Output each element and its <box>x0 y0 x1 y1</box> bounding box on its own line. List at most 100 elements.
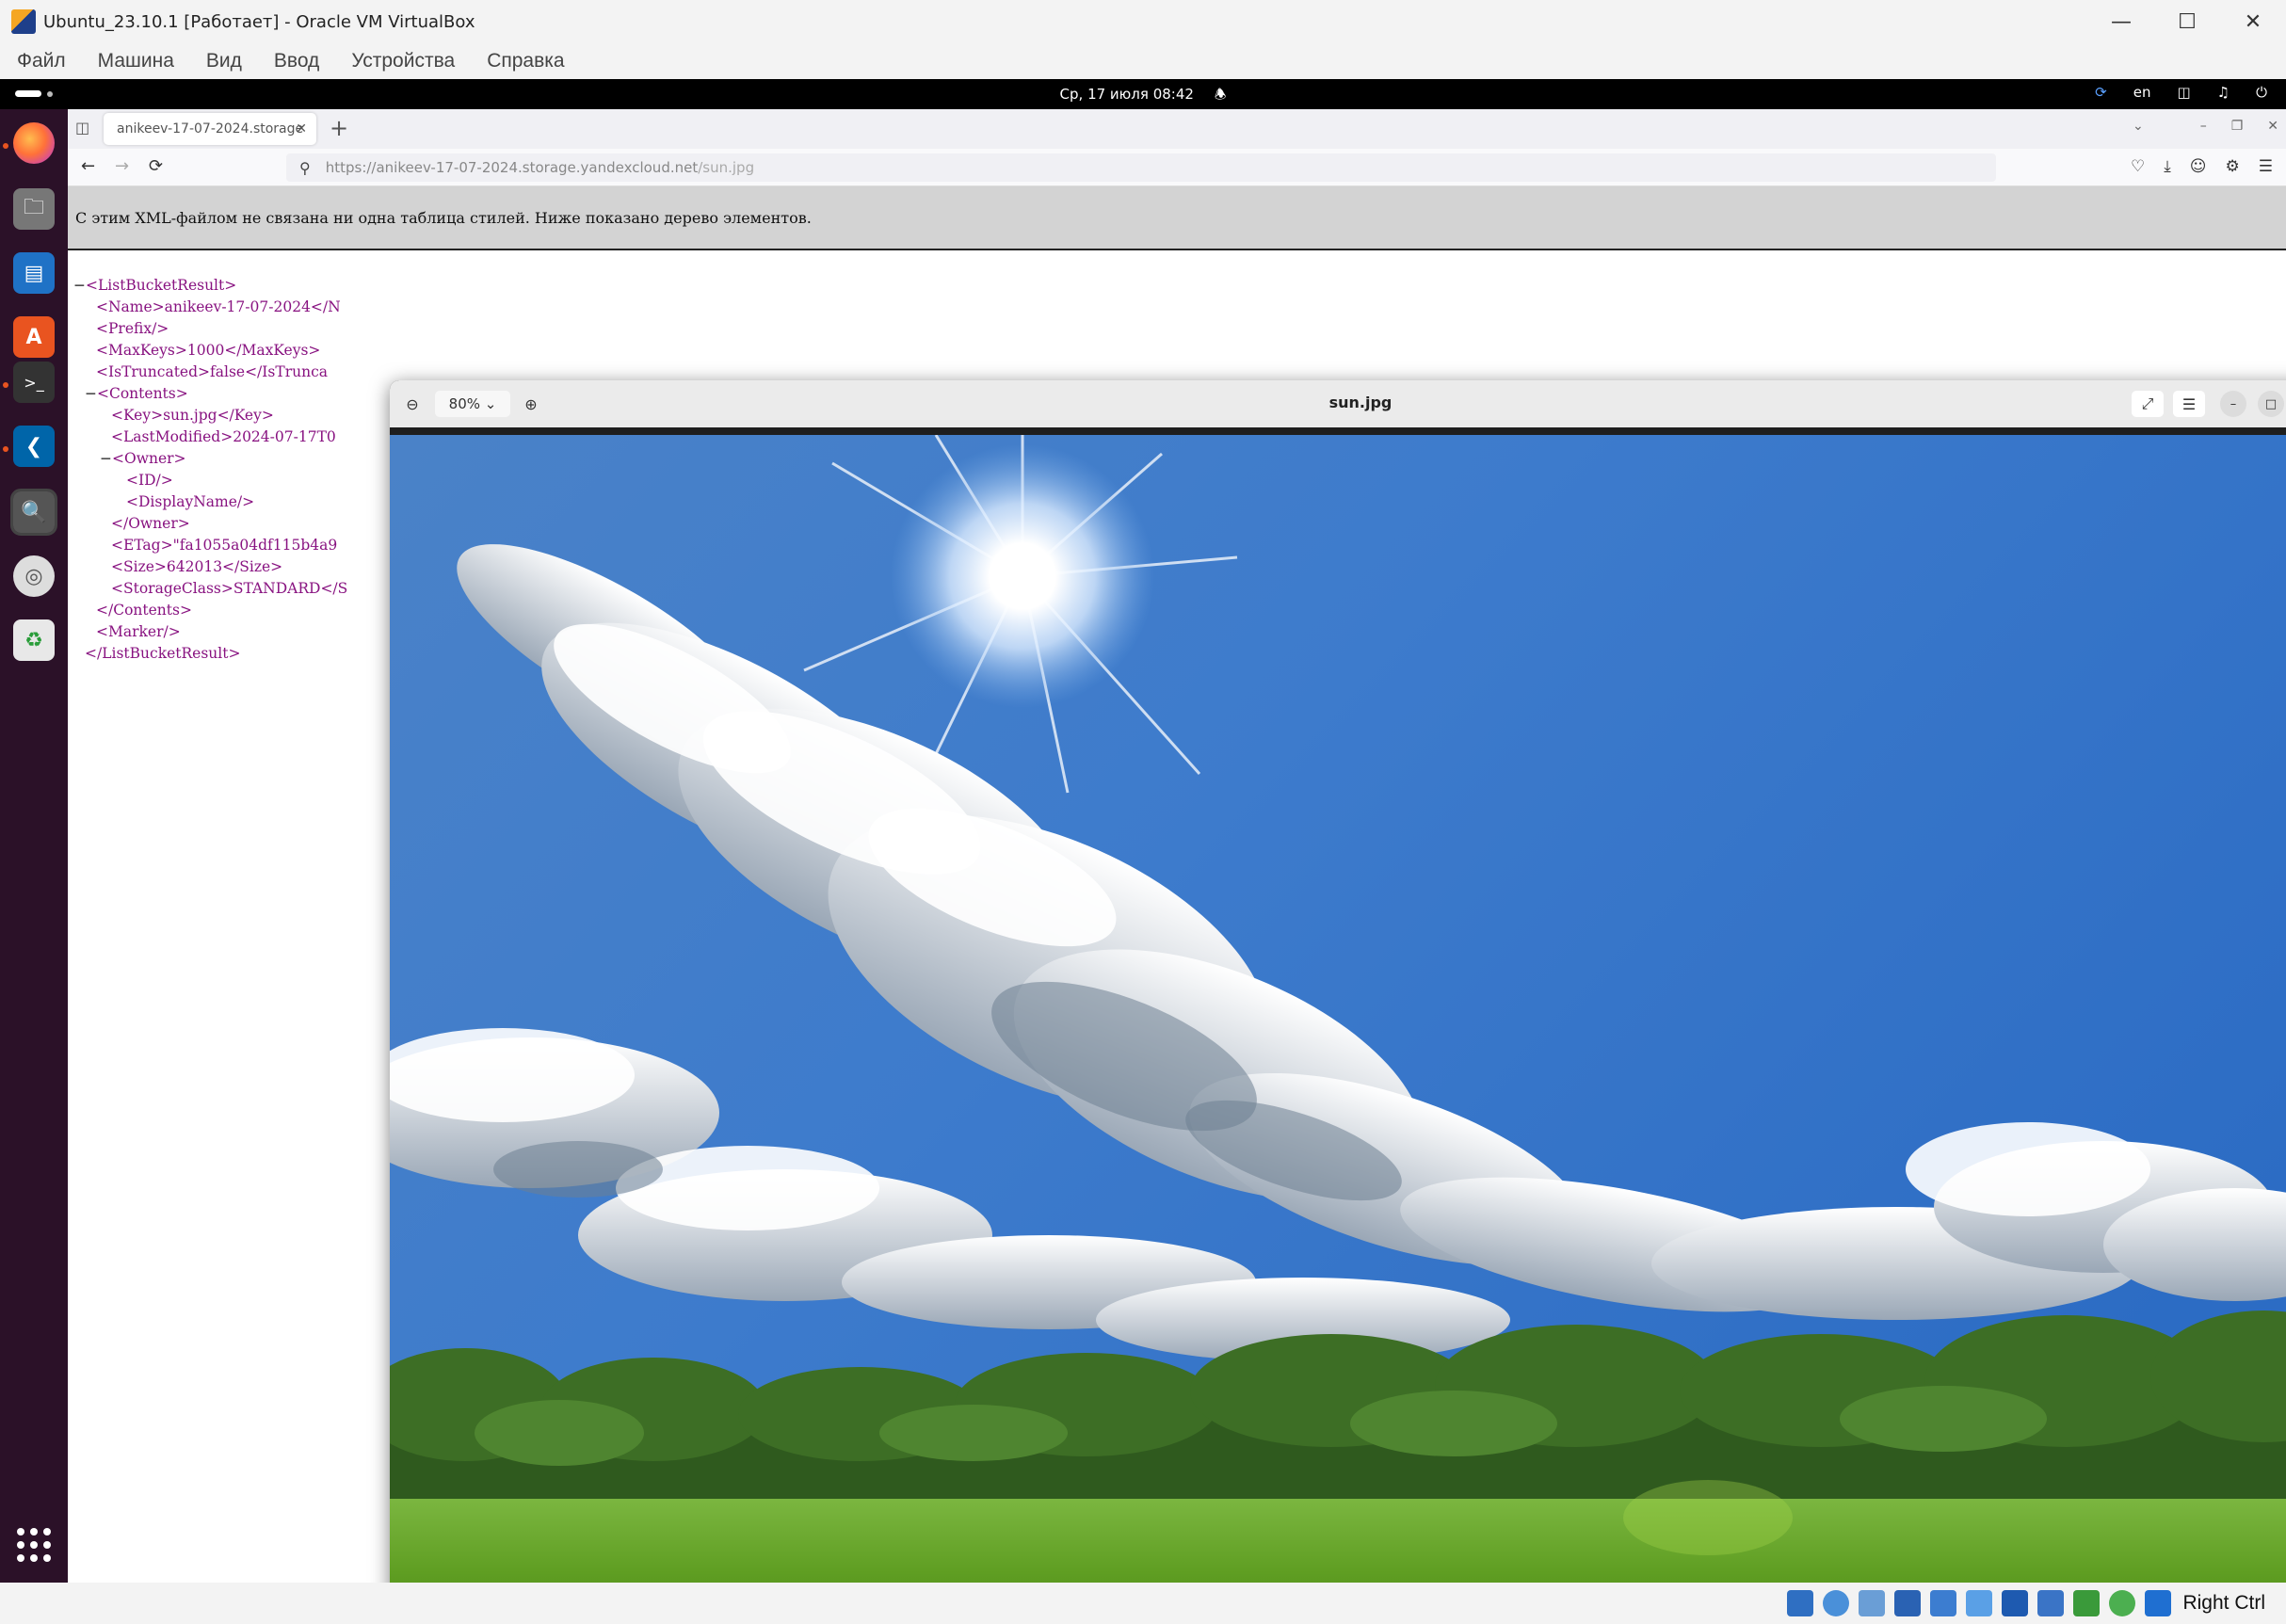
vscode-icon[interactable]: ❮ <box>13 426 55 467</box>
xml-line: <StorageClass>STANDARD</S <box>111 580 348 597</box>
hard-disk-icon[interactable] <box>1787 1590 1814 1616</box>
image-viewer-window: ⊖ 80% ⌄ ⊕ sun.jpg ⤢ ☰ – □ ✕ <box>390 380 2286 1583</box>
xml-line: <IsTruncated>false</IsTrunca <box>96 363 328 380</box>
xml-notice: С этим XML-файлом не связана ни одна таб… <box>68 186 2286 250</box>
xml-line: </ListBucketResult> <box>85 645 241 662</box>
tab-list-icon[interactable]: ◫ <box>75 119 89 137</box>
url-bar[interactable]: ⚲ https://anikeev-17-07-2024.storage.yan… <box>286 153 1996 182</box>
download-icon[interactable]: ⤓ <box>2164 157 2171 176</box>
account-icon[interactable]: ☺ <box>2190 157 2207 176</box>
minimize-icon[interactable]: – <box>2200 119 2207 134</box>
guest-screen: Ср, 17 июля 08:42 🕭 ⟳ en ◫ ♫ ⏻ 🗀 ▤ A >_ ❮… <box>0 79 2286 1583</box>
network-icon[interactable]: ◫ <box>2177 84 2190 101</box>
toolbar-right: ♡ ⤓ ☺ ⚙ ☰ <box>2112 157 2273 176</box>
xml-line: <Prefix/> <box>96 320 169 337</box>
show-apps-icon[interactable] <box>17 1528 51 1562</box>
writer-icon[interactable]: ▤ <box>13 252 55 294</box>
clock[interactable]: Ср, 17 июля 08:42 🕭 <box>0 85 2286 107</box>
xml-line: </Owner> <box>111 515 190 532</box>
menu-help[interactable]: Справка <box>487 50 564 72</box>
xml-line: <DisplayName/> <box>126 493 255 510</box>
xml-line: <Key>sun.jpg</Key> <box>111 407 274 424</box>
virtualbox-menubar: Файл Машина Вид Ввод Устройства Справка <box>0 43 2286 79</box>
xml-notice-text: С этим XML-файлом не связана ни одна таб… <box>75 208 812 227</box>
close-icon[interactable]: ✕ <box>2267 119 2278 134</box>
power-icon[interactable]: ⏻ <box>2256 84 2267 101</box>
tab-close-icon[interactable]: ✕ <box>296 121 307 137</box>
xml-tree: −<ListBucketResult> <Name>anikeev-17-07-… <box>73 275 347 665</box>
image-viewer-header: ⊖ 80% ⌄ ⊕ sun.jpg ⤢ ☰ – □ ✕ <box>390 380 2286 427</box>
shared-folders-icon[interactable] <box>1966 1590 1993 1616</box>
menu-view[interactable]: Вид <box>206 50 242 72</box>
gnome-top-bar: Ср, 17 июля 08:42 🕭 ⟳ en ◫ ♫ ⏻ <box>0 79 2286 109</box>
restore-icon[interactable]: ❐ <box>2231 119 2244 134</box>
menu-input[interactable]: Ввод <box>274 50 319 72</box>
keyboard-capture-icon[interactable] <box>2145 1590 2172 1616</box>
files-icon[interactable]: 🗀 <box>13 188 55 230</box>
running-indicator <box>3 446 8 452</box>
recording-icon[interactable] <box>2037 1590 2065 1616</box>
running-indicator <box>3 382 8 388</box>
pocket-icon[interactable]: ♡ <box>2131 157 2145 176</box>
app-center-icon[interactable]: A <box>13 316 55 358</box>
network-icon[interactable] <box>1894 1590 1922 1616</box>
window-controls: — ☐ ✕ <box>2088 0 2286 43</box>
volume-icon[interactable]: ♫ <box>2217 84 2230 101</box>
image-title: sun.jpg <box>1328 394 1393 411</box>
display-icon[interactable] <box>2002 1590 2029 1616</box>
ubuntu-dock: 🗀 ▤ A >_ ❮ 🔍 ◎ ♻ <box>0 109 68 1583</box>
menu-machine[interactable]: Машина <box>98 50 174 72</box>
maximize-icon[interactable]: ☐ <box>2154 0 2220 43</box>
minimize-icon[interactable]: – <box>2220 391 2246 417</box>
sun-photo <box>390 435 2286 1583</box>
menu-file[interactable]: Файл <box>17 50 66 72</box>
trash-icon[interactable]: ♻ <box>13 619 55 661</box>
extensions-icon[interactable]: ⚙ <box>2226 157 2240 176</box>
xml-line: <ETag>"fa1055a04df115b4a9 <box>111 537 338 554</box>
audio-icon[interactable] <box>1859 1590 1886 1616</box>
close-icon[interactable]: ✕ <box>2220 0 2286 43</box>
url-path: /sun.jpg <box>698 159 755 176</box>
fullscreen-icon[interactable]: ⤢ <box>2132 391 2164 417</box>
usb-icon[interactable] <box>1930 1590 1957 1616</box>
window-title: Ubuntu_23.10.1 [Работает] - Oracle VM Vi… <box>43 11 475 32</box>
virtualbox-logo-icon <box>11 9 36 34</box>
mouse-integration-icon[interactable] <box>2109 1590 2136 1616</box>
xml-line: <ID/> <box>126 472 173 489</box>
photo-drawing <box>390 435 2286 1583</box>
forward-icon[interactable]: → <box>115 156 129 176</box>
system-tray[interactable]: ⟳ en ◫ ♫ ⏻ <box>2069 84 2267 101</box>
cpu-icon[interactable] <box>2073 1590 2101 1616</box>
xml-line: −<Owner> <box>100 450 186 467</box>
menu-icon[interactable]: ☰ <box>2173 391 2205 417</box>
minimize-icon[interactable]: — <box>2088 0 2154 43</box>
update-icon[interactable]: ⟳ <box>2095 84 2107 101</box>
optical-drive-icon[interactable] <box>1823 1590 1850 1616</box>
tab-tools: ⌄ – ❐ ✕ <box>2108 119 2278 134</box>
back-icon[interactable]: ← <box>81 156 95 176</box>
virtualbox-statusbar: Right Ctrl <box>0 1583 2286 1624</box>
tab-title: anikeev-17-07-2024.storage <box>117 121 304 137</box>
keyboard-layout[interactable]: en <box>2133 84 2151 101</box>
tab-active[interactable]: anikeev-17-07-2024.storage ✕ <box>104 113 316 145</box>
xml-line: <Name>anikeev-17-07-2024</N <box>96 298 341 315</box>
bell-icon: 🕭 <box>1214 88 1227 103</box>
xml-line: −<Contents> <box>85 385 188 402</box>
menu-icon[interactable]: ☰ <box>2259 157 2273 176</box>
image-viewer-icon[interactable]: 🔍 <box>10 489 57 536</box>
virtualbox-titlebar: Ubuntu_23.10.1 [Работает] - Oracle VM Vi… <box>0 0 2286 43</box>
disc-icon[interactable]: ◎ <box>13 555 55 597</box>
xml-line: <LastModified>2024-07-17T0 <box>111 428 336 445</box>
url-host: https://anikeev-17-07-2024.storage.yande… <box>325 159 699 176</box>
host-key-label: Right Ctrl <box>2182 1592 2265 1614</box>
xml-line: </Contents> <box>96 602 192 619</box>
terminal-icon[interactable]: >_ <box>13 362 55 403</box>
reload-icon[interactable]: ⟳ <box>149 156 163 176</box>
firefox-window: ◫ anikeev-17-07-2024.storage ✕ + ⌄ – ❐ ✕… <box>68 109 2286 1583</box>
firefox-icon[interactable] <box>13 122 55 164</box>
maximize-icon[interactable]: □ <box>2258 391 2284 417</box>
xml-line: <MaxKeys>1000</MaxKeys> <box>96 342 321 359</box>
menu-devices[interactable]: Устройства <box>351 50 455 72</box>
chevron-down-icon[interactable]: ⌄ <box>2133 119 2144 134</box>
new-tab-icon[interactable]: + <box>330 115 348 141</box>
